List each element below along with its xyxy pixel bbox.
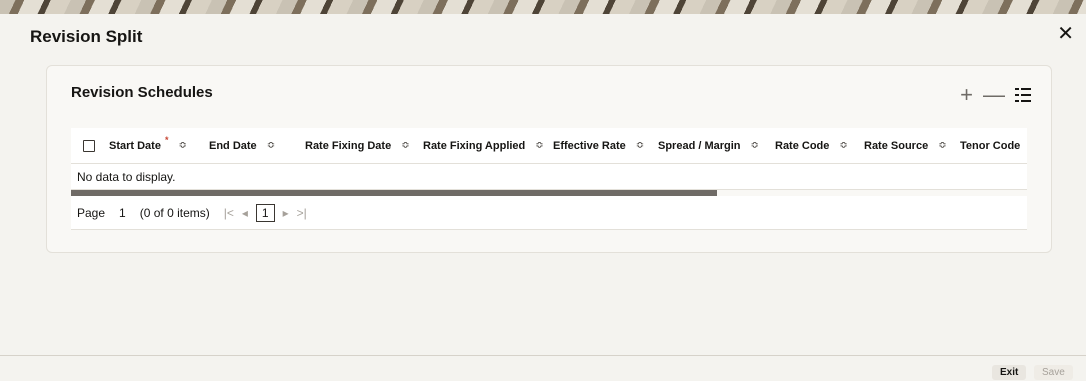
- exit-button[interactable]: Exit: [992, 365, 1027, 380]
- footer-divider: [0, 355, 1086, 356]
- column-label: Rate Fixing Date: [305, 139, 392, 152]
- sort-icon[interactable]: ≎: [401, 140, 409, 151]
- add-row-icon[interactable]: +: [960, 84, 973, 106]
- column-rate-code[interactable]: Rate Code ≎: [765, 140, 854, 152]
- sort-icon[interactable]: ≎: [751, 140, 759, 151]
- previous-page-icon[interactable]: ◂: [242, 206, 248, 220]
- sort-icon[interactable]: ≎: [178, 140, 186, 151]
- page-input[interactable]: 1: [113, 206, 132, 220]
- column-spread-margin[interactable]: Spread / Margin ≎: [648, 140, 765, 152]
- remove-row-icon[interactable]: —: [983, 84, 1005, 106]
- select-all-checkbox[interactable]: [83, 139, 95, 152]
- next-page-icon[interactable]: ▸: [283, 206, 289, 220]
- sort-icon[interactable]: ≎: [938, 140, 946, 151]
- current-page-button[interactable]: 1: [255, 203, 275, 222]
- revision-schedules-panel: Revision Schedules + — Start Date * ≎ En…: [46, 65, 1052, 253]
- grid-toolbar: + —: [960, 84, 1031, 106]
- column-effective-rate[interactable]: Effective Rate ≎: [543, 140, 648, 152]
- sort-icon[interactable]: ≎: [636, 140, 644, 151]
- close-icon[interactable]: ✕: [1057, 24, 1074, 44]
- pagination: Page 1 (0 of 0 items) |< ◂ 1 ▸ >|: [71, 196, 1027, 230]
- revision-schedules-grid: Start Date * ≎ End Date ≎ Rate Fixing Da…: [71, 128, 1027, 262]
- column-end-date[interactable]: End Date ≎: [199, 140, 295, 152]
- sort-icon[interactable]: ≎: [267, 140, 275, 151]
- list-view-icon[interactable]: [1015, 87, 1031, 103]
- column-start-date[interactable]: Start Date * ≎: [99, 135, 199, 152]
- required-marker: *: [164, 134, 169, 145]
- column-label: Spread / Margin: [658, 139, 741, 152]
- last-page-icon[interactable]: >|: [297, 206, 307, 220]
- page-label: Page: [77, 205, 106, 220]
- decorative-banner: [0, 0, 1086, 14]
- column-label: Rate Source: [864, 139, 929, 152]
- section-title: Revision Schedules: [71, 84, 213, 101]
- column-label: Rate Code: [775, 139, 830, 152]
- column-rate-source[interactable]: Rate Source ≎: [854, 140, 950, 152]
- column-label: Tenor Code: [960, 139, 1021, 152]
- column-tenor-code[interactable]: Tenor Code: [950, 140, 1027, 152]
- save-button[interactable]: Save: [1034, 365, 1073, 380]
- column-rate-fixing-applied[interactable]: Rate Fixing Applied ≎: [413, 139, 544, 152]
- grid-header-row: Start Date * ≎ End Date ≎ Rate Fixing Da…: [71, 128, 1027, 164]
- first-page-icon[interactable]: |<: [224, 206, 234, 220]
- dialog-title: Revision Split: [30, 27, 143, 46]
- empty-message: No data to display.: [71, 164, 1027, 190]
- sort-icon[interactable]: ≎: [839, 140, 847, 151]
- column-label: Rate Fixing Applied: [423, 139, 526, 152]
- column-label: Start Date: [109, 139, 161, 152]
- items-count: (0 of 0 items): [139, 205, 210, 220]
- column-label: End Date: [209, 139, 257, 152]
- column-label: Effective Rate: [553, 139, 626, 152]
- column-rate-fixing-date[interactable]: Rate Fixing Date ≎: [295, 140, 413, 152]
